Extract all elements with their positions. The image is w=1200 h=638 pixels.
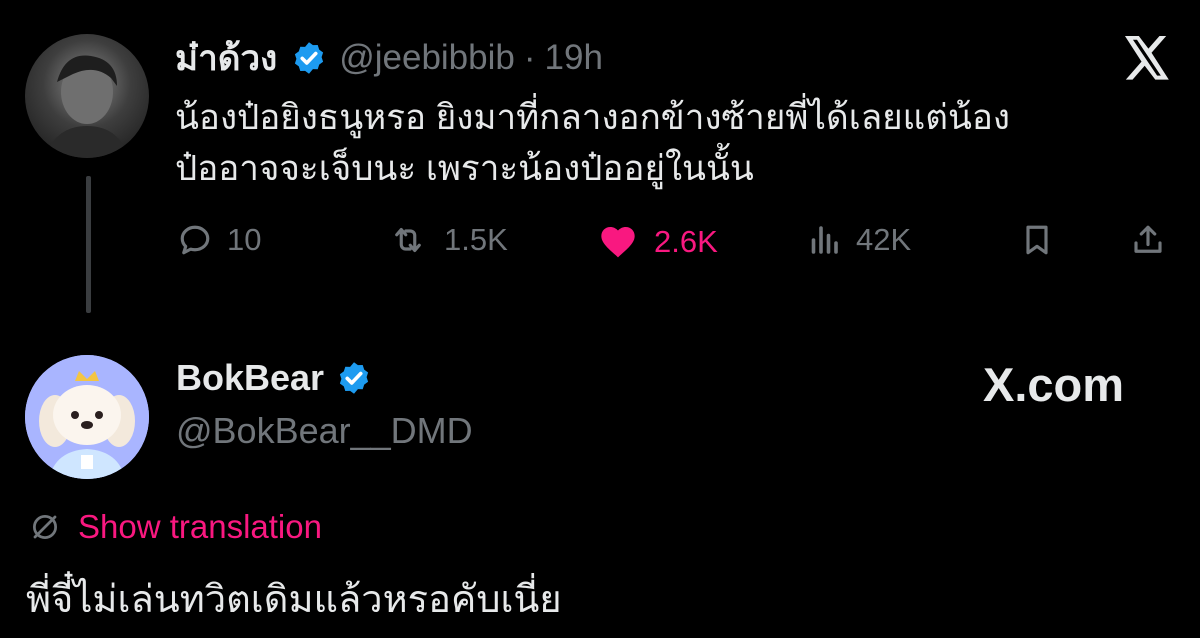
timestamp[interactable]: 19h — [545, 38, 603, 78]
bookmark-icon — [1026, 225, 1048, 255]
avatar-bear-illustration — [25, 355, 149, 479]
x-logo-icon[interactable] — [1123, 36, 1171, 80]
reply-button[interactable]: 10 — [177, 222, 261, 258]
repost-count: 1.5K — [444, 222, 508, 257]
repost-icon — [395, 227, 421, 253]
author-name[interactable]: ม๋าด้วง — [175, 31, 277, 86]
avatar[interactable] — [25, 355, 149, 479]
show-translation-link[interactable]: Show translation — [78, 508, 322, 546]
translate-icon — [33, 515, 57, 539]
views-count: 42K — [856, 222, 912, 257]
tweet-text: น้องป๋อยิงธนูหรอ ยิงมาที่กลางอกข้างซ้ายพ… — [175, 92, 1175, 194]
like-count: 2.6K — [654, 224, 718, 259]
views-icon — [811, 226, 838, 254]
tweet-text-line1: น้องป๋อยิงธนูหรอ ยิงมาที่กลางอกข้างซ้ายพ… — [175, 98, 1010, 137]
like-button[interactable]: 2.6K — [596, 222, 718, 262]
verified-badge-icon — [295, 42, 324, 74]
share-icon — [1134, 225, 1162, 253]
views-button[interactable]: 42K — [806, 222, 911, 258]
like-icon — [601, 227, 635, 258]
share-button[interactable] — [1130, 222, 1180, 258]
author-handle[interactable]: @jeebibbib — [339, 38, 515, 78]
tweet-text-line2: ป๋ออาจจะเจ็บนะ เพราะน้องป๋ออยู่ในนั้น — [175, 149, 754, 188]
quote-header: BokBear — [176, 357, 372, 399]
site-label: X.com — [983, 358, 1125, 411]
verified-badge-icon — [339, 362, 369, 394]
quote-author-handle[interactable]: @BokBear__DMD — [176, 410, 473, 452]
translation-row[interactable]: Show translation — [30, 507, 322, 547]
avatar[interactable] — [25, 34, 149, 158]
reply-count: 10 — [227, 222, 262, 257]
quote-text: พี่จี๋ไม่เล่นทวิตเดิมแล้วหรอคับเนี่ย — [26, 579, 562, 621]
reply-icon — [180, 225, 210, 255]
tweet-header: ม๋าด้วง @jeebibbib · 19h — [175, 36, 603, 80]
quote-author-name[interactable]: BokBear — [176, 357, 324, 399]
repost-button[interactable]: 1.5K — [386, 222, 508, 258]
separator-dot: · — [523, 38, 536, 77]
avatar-photo — [45, 55, 129, 158]
thread-line — [86, 176, 91, 313]
bookmark-button[interactable] — [1019, 222, 1069, 258]
